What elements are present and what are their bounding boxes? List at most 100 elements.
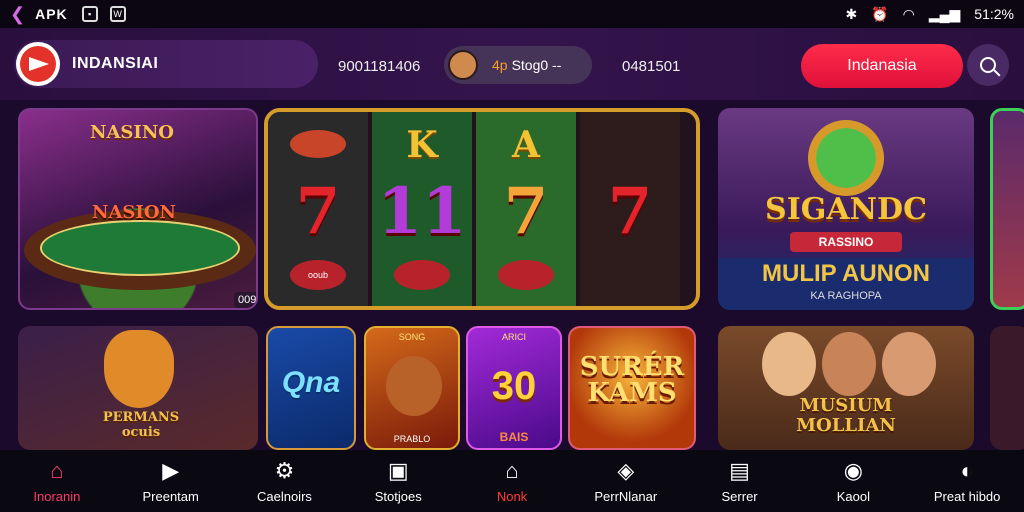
reel-4: 7 [580, 112, 680, 306]
tile-bottom-label: BAIS [499, 430, 529, 444]
person-icon [762, 332, 816, 396]
reel-symbol: 7 [607, 174, 653, 249]
reel-symbol: 7 [503, 174, 549, 249]
target-icon: ◉ [843, 457, 863, 483]
nav-item-perrnlanar[interactable]: ◈ PerrNlanar [569, 450, 683, 512]
nav-item-casinos[interactable]: ⚙ Caelnoirs [228, 450, 342, 512]
status-bar: ❮ APK ▪ W ✱ ⏰ ◠ ▂▄▆ 51:2% [0, 0, 1024, 28]
avatar [448, 50, 478, 80]
nav-item-home[interactable]: ⌂ Inoranin [0, 450, 114, 512]
user-name: Stog0 -- [511, 57, 562, 73]
tile-subtitle: KAMS [587, 378, 677, 408]
tile-bottom-label: PRABLO [393, 434, 431, 444]
search-button[interactable] [967, 44, 1009, 86]
dragon-crest-icon [808, 120, 884, 196]
game-tile-nasino[interactable]: NASINO NASION 009 [18, 108, 258, 310]
nav-label: PerrNlanar [594, 488, 658, 504]
play-logo-icon [20, 46, 56, 82]
tile-title-group: MUSIUM MOLLIAN [718, 396, 974, 436]
tile-top-label: SONG [398, 332, 426, 342]
game-tile-super[interactable]: SURÉR KAMS [568, 326, 696, 450]
reel-3: A 7 [476, 112, 576, 306]
nav-label: Serrer [721, 488, 758, 504]
king-icon [386, 356, 442, 416]
reel-symbol: 7 [295, 174, 341, 249]
game-tile-partial[interactable] [990, 108, 1024, 310]
game-tile-partial[interactable] [990, 326, 1024, 450]
person-icon [822, 332, 876, 396]
tile-code: 009 [234, 292, 256, 308]
nav-label: Inoranin [33, 488, 81, 504]
search-icon [980, 57, 996, 73]
play-icon: ▶ [162, 457, 180, 483]
balance-right: 0481501 [622, 58, 681, 75]
tile-title-group: PERMANS ocuis [76, 410, 206, 440]
tiger-icon [104, 330, 174, 408]
nav-label: Stotjoes [374, 488, 422, 504]
brand-pill[interactable]: INDANSIAI [14, 40, 318, 88]
game-tile-permans[interactable]: PERMANS ocuis [18, 326, 258, 450]
reel-symbol: 11 [377, 174, 467, 249]
house-outline-icon: ⌂ [505, 457, 519, 483]
tile-top-label: ARICI [501, 332, 526, 342]
fish-symbol-icon [498, 260, 554, 290]
game-tile-king[interactable]: SONG PRABLO [364, 326, 460, 450]
gear-icon: ⚙ [274, 457, 295, 483]
user-label: 4p Stog0 -- [492, 57, 561, 73]
nav-item-nonk[interactable]: ⌂ Nonk [455, 450, 569, 512]
mail-icon: W [109, 6, 126, 22]
user-pill[interactable]: 4p Stog0 -- [444, 46, 592, 84]
nav-label: Preat hibdo [933, 488, 1001, 504]
tile-subtitle: MOLLIAN [796, 415, 896, 436]
game-tile-qna[interactable]: Qna [266, 326, 356, 450]
tile-subtitle: MULIP AUNON [762, 260, 930, 287]
game-tile-sigandc[interactable]: SIGANDC RASSINO MULIP AUNON KA RAGHOPA [718, 108, 974, 310]
status-app-label: APK [35, 6, 68, 22]
tile-title: NASINO [90, 122, 174, 143]
nav-label: Nonk [496, 488, 528, 504]
tile-title-group: SURÉR KAMS [570, 354, 694, 406]
leaf-symbol-icon [290, 130, 346, 158]
game-tile-30[interactable]: ARICI 30 BAIS [466, 326, 562, 450]
server-icon: ▤ [729, 457, 750, 483]
nav-label: Preentam [142, 488, 199, 504]
nav-item-server[interactable]: ▤ Serrer [683, 450, 797, 512]
status-right: ✱ ⏰ ◠ ▂▄▆ 51:2% [845, 6, 1014, 23]
reel-badge: ooub [290, 260, 346, 290]
wifi-icon: ◠ [902, 5, 915, 22]
badge-icon: ◈ [617, 457, 635, 483]
tile-caption: KA RAGHOPA [810, 290, 882, 302]
brand-name: INDANSIAI [72, 55, 159, 72]
back-arrow-icon[interactable]: ❮ [10, 4, 25, 25]
user-prefix: 4p [492, 57, 508, 73]
store-icon: ▣ [387, 457, 409, 483]
table-felt [40, 220, 240, 276]
tile-title: Qna [281, 366, 341, 399]
tile-title: SURÉR [579, 352, 685, 382]
image-icon: ▪ [81, 6, 98, 22]
app-header: INDANSIAI 9001181406 4p Stog0 -- 0481501 … [0, 28, 1024, 100]
game-tile-slot[interactable]: 7 ooub K 11 A 7 7 [264, 108, 700, 310]
home-icon: ⌂ [50, 457, 64, 483]
nav-item-promo[interactable]: ▶ Preentam [114, 450, 228, 512]
tile-subtitle: NASION [92, 202, 176, 223]
bottom-nav: ⌂ Inoranin ▶ Preentam ⚙ Caelnoirs ▣ Stot… [0, 450, 1024, 512]
tile-number: 30 [491, 364, 537, 408]
signal-icon: ▂▄▆ [928, 5, 961, 22]
reel-2: K 11 [372, 112, 472, 306]
logo [16, 42, 60, 86]
tile-subtitle: ocuis [121, 425, 161, 440]
nav-label: Kaool [836, 488, 870, 504]
bluetooth-icon: ✱ [845, 5, 858, 22]
nav-item-store[interactable]: ▣ Stotjoes [341, 450, 455, 512]
reel-top-symbol: K [406, 124, 438, 166]
tile-title: SIGANDC [765, 192, 927, 227]
tile-ribbon: RASSINO [790, 232, 902, 252]
game-tile-museum[interactable]: MUSIUM MOLLIAN [718, 326, 974, 450]
nav-item-preat[interactable]: ◐ Preat hibdo [910, 450, 1024, 512]
balance-left: 9001181406 [338, 58, 421, 75]
nav-item-kaool[interactable]: ◉ Kaool [796, 450, 910, 512]
compass-icon: ◐ [960, 457, 974, 483]
alarm-icon: ⏰ [871, 5, 889, 22]
region-button[interactable]: Indanasia [801, 44, 963, 88]
